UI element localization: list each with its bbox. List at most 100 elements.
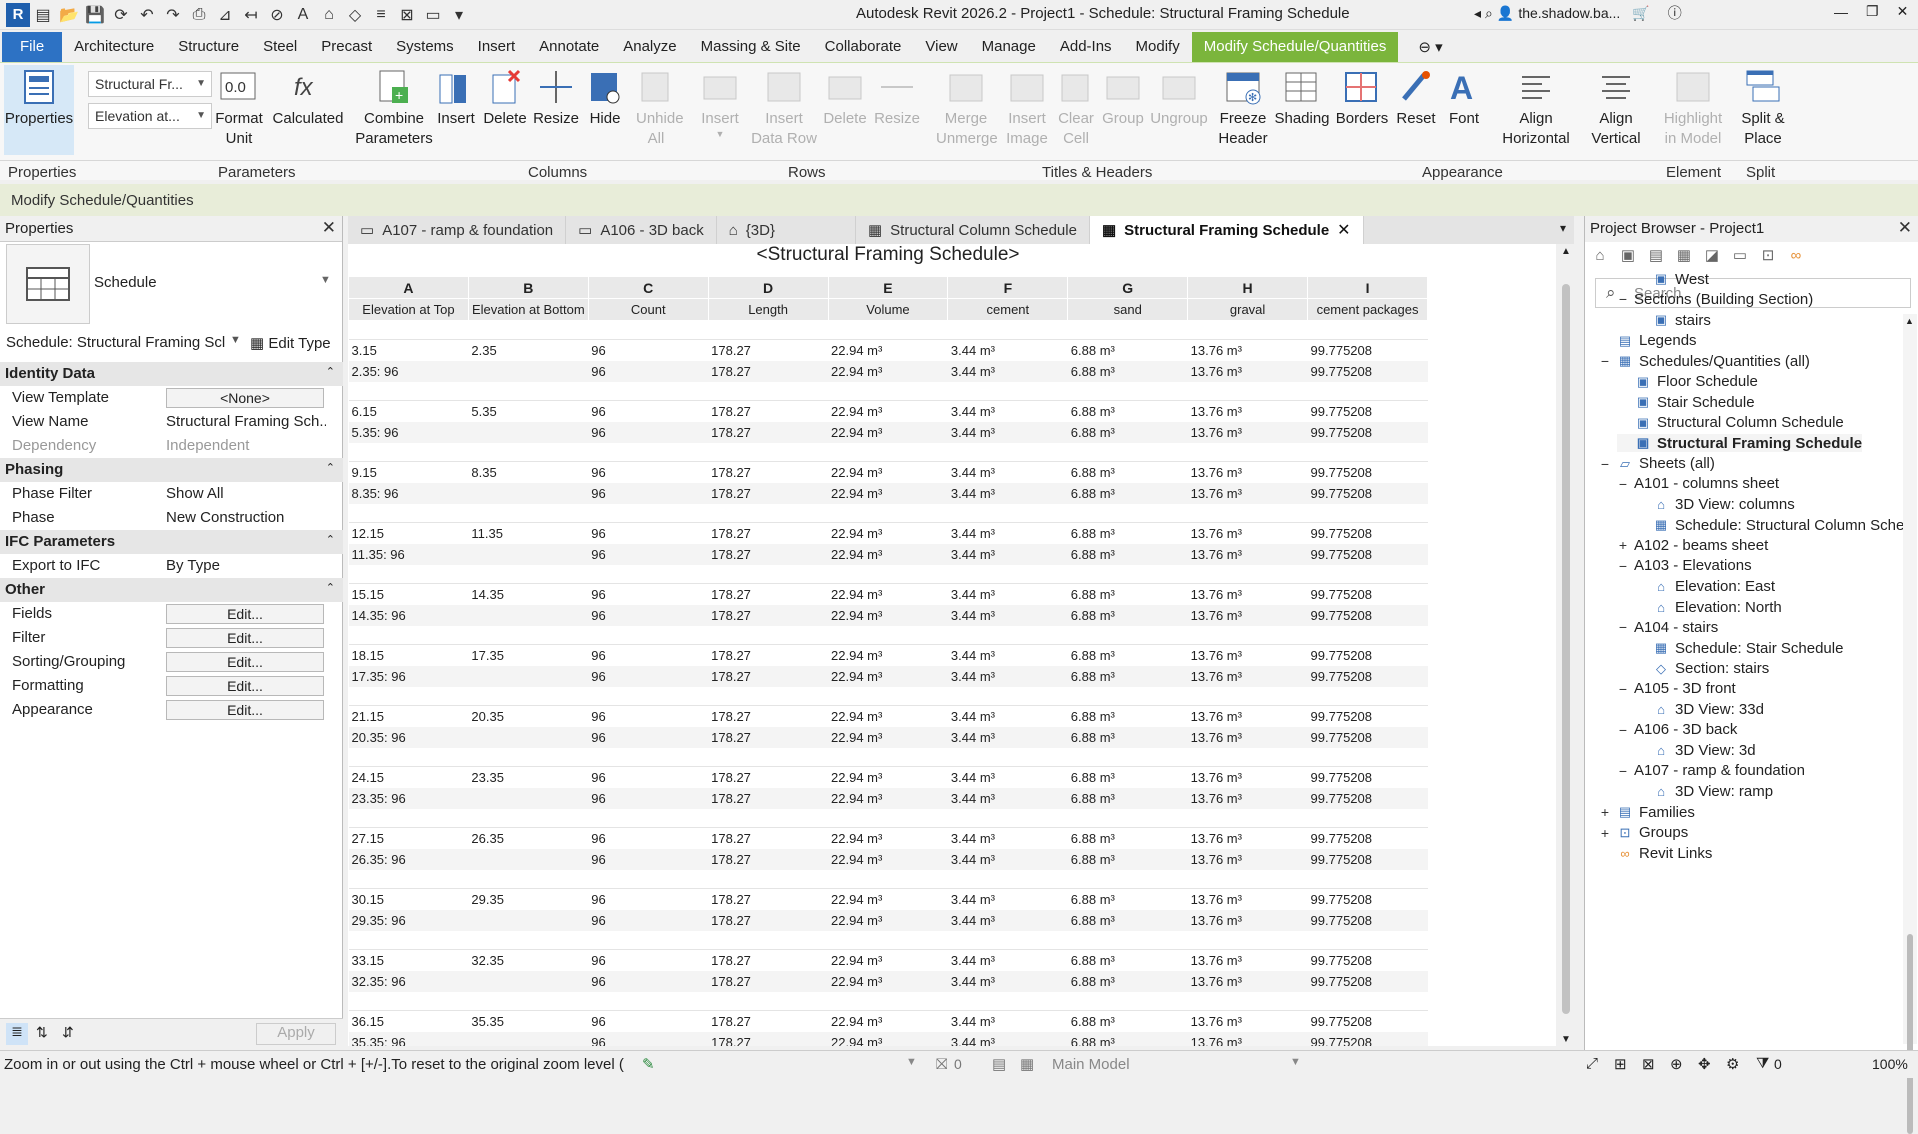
table-cell[interactable]: 6.88 m³ bbox=[1067, 604, 1188, 626]
table-cell[interactable]: 96 bbox=[588, 726, 709, 748]
table-cell[interactable]: 3.44 m³ bbox=[947, 970, 1068, 992]
insert-data-row-button[interactable]: Insert Data Row bbox=[751, 65, 817, 149]
table-cell[interactable] bbox=[468, 665, 589, 687]
collapse-icon[interactable]: − bbox=[1599, 456, 1611, 472]
tree-node[interactable]: ▣ Stair Schedule bbox=[1617, 393, 1755, 411]
table-row[interactable]: 26.35: 96 96 178.27 22.94 m³ 3.44 m³ 6.88 m³ 1… bbox=[348, 848, 1428, 870]
table-cell[interactable]: 99.775208 bbox=[1307, 461, 1428, 483]
tab-modify[interactable]: Modify bbox=[1124, 32, 1192, 62]
table-cell[interactable]: 96 bbox=[588, 848, 709, 870]
save-icon[interactable]: 💾 bbox=[82, 2, 108, 28]
table-cell[interactable]: 6.88 m³ bbox=[1067, 644, 1188, 666]
table-cell[interactable]: 6.88 m³ bbox=[1067, 766, 1188, 788]
categorize-icon[interactable]: ≣ bbox=[6, 1023, 28, 1045]
sheet-icon[interactable]: ▭ bbox=[1729, 244, 1751, 266]
table-cell[interactable]: 99.775208 bbox=[1307, 421, 1428, 443]
table-cell[interactable]: 3.44 m³ bbox=[947, 787, 1068, 809]
table-cell[interactable]: 13.76 m³ bbox=[1187, 360, 1308, 382]
table-cell[interactable]: 96 bbox=[588, 604, 709, 626]
tab-structural-column-schedule[interactable]: ▦ Structural Column Schedule bbox=[856, 216, 1090, 244]
tab-add-ins[interactable]: Add-Ins bbox=[1048, 32, 1124, 62]
tab-3d[interactable]: ⌂ {3D} bbox=[717, 216, 856, 244]
table-cell[interactable]: 6.88 m³ bbox=[1067, 482, 1188, 504]
expand-icon[interactable]: + bbox=[1599, 804, 1611, 820]
filter-icon[interactable]: ⧩ bbox=[1756, 1055, 1769, 1072]
table-cell[interactable]: 3.44 m³ bbox=[947, 400, 1068, 422]
home-icon[interactable]: ⌂ bbox=[1589, 244, 1611, 266]
close-icon[interactable]: ✕ bbox=[322, 218, 336, 238]
scroll-up-icon[interactable]: ▲ bbox=[1561, 246, 1571, 257]
table-cell[interactable]: 22.94 m³ bbox=[828, 1010, 948, 1032]
column-letter[interactable]: B bbox=[467, 276, 589, 299]
table-cell[interactable]: 3.44 m³ bbox=[947, 461, 1068, 483]
table-cell[interactable]: 6.88 m³ bbox=[1067, 400, 1188, 422]
tree-node[interactable]: ◇ Section: stairs bbox=[1635, 660, 1769, 678]
table-cell[interactable]: 26.35: 96 bbox=[348, 848, 469, 870]
table-cell[interactable]: 22.94 m³ bbox=[828, 949, 948, 971]
browser-scrollbar[interactable]: ▲ bbox=[1903, 314, 1917, 1134]
table-cell[interactable]: 22.94 m³ bbox=[828, 787, 948, 809]
table-cell[interactable]: 13.76 m³ bbox=[1187, 848, 1308, 870]
table-cell[interactable]: 3.44 m³ bbox=[947, 644, 1068, 666]
table-cell[interactable]: 11.35: 96 bbox=[348, 543, 469, 565]
table-cell[interactable]: 178.27 bbox=[708, 1031, 829, 1046]
table-cell[interactable]: 99.775208 bbox=[1307, 827, 1428, 849]
table-cell[interactable]: 23.35 bbox=[468, 766, 589, 788]
tab-a107[interactable]: ▭ A107 - ramp & foundation bbox=[348, 216, 567, 244]
table-cell[interactable]: 3.44 m³ bbox=[947, 726, 1068, 748]
export-ifc-field[interactable]: By Type bbox=[166, 557, 326, 574]
table-cell[interactable]: 5.35 bbox=[468, 400, 589, 422]
delete-row-button[interactable]: Delete bbox=[820, 65, 870, 129]
tab-collaborate[interactable]: Collaborate bbox=[813, 32, 914, 62]
column-letter[interactable]: E bbox=[827, 276, 949, 299]
redo-icon[interactable]: ↷ bbox=[160, 2, 186, 28]
table-cell[interactable]: 3.44 m³ bbox=[947, 482, 1068, 504]
tree-node[interactable]: − ▦ Schedules/Quantities (all) bbox=[1599, 352, 1810, 370]
table-cell[interactable]: 3.44 m³ bbox=[947, 339, 1068, 361]
align-vertical-button[interactable]: Align Vertical bbox=[1580, 65, 1652, 149]
table-cell[interactable]: 13.76 m³ bbox=[1187, 543, 1308, 565]
chevron-down-icon[interactable]: ▼ bbox=[1290, 1056, 1301, 1068]
view-name-field[interactable]: Structural Framing Sch... bbox=[166, 413, 326, 430]
table-cell[interactable]: 22.94 m³ bbox=[828, 970, 948, 992]
table-row[interactable]: 36.15 35.35 96 178.27 22.94 m³ 3.44 m³ 6.88 m³… bbox=[348, 1010, 1428, 1032]
table-cell[interactable]: 13.76 m³ bbox=[1187, 604, 1308, 626]
table-cell[interactable]: 12.15 bbox=[348, 522, 469, 544]
table-row[interactable]: 15.15 14.35 96 178.27 22.94 m³ 3.44 m³ 6.88 m³… bbox=[348, 583, 1428, 605]
tab-a106[interactable]: ▭ A106 - 3D back bbox=[566, 216, 717, 244]
group-ifc-parameters[interactable]: IFC Parameters ⌃ bbox=[0, 530, 343, 554]
tree-node[interactable]: − ▱ Sheets (all) bbox=[1599, 455, 1715, 473]
table-cell[interactable]: 96 bbox=[588, 339, 709, 361]
column-header[interactable]: cement packages bbox=[1307, 298, 1428, 321]
table-cell[interactable]: 96 bbox=[588, 787, 709, 809]
sort-descending-icon[interactable]: ⇵ bbox=[62, 1024, 74, 1041]
table-cell[interactable]: 3.44 m³ bbox=[947, 827, 1068, 849]
edit-type-button[interactable]: ▦ Edit Type bbox=[250, 330, 331, 356]
table-cell[interactable]: 8.35 bbox=[468, 461, 589, 483]
table-cell[interactable] bbox=[468, 360, 589, 382]
table-cell[interactable]: 6.88 m³ bbox=[1067, 583, 1188, 605]
table-cell[interactable]: 13.76 m³ bbox=[1187, 766, 1308, 788]
table-cell[interactable]: 6.88 m³ bbox=[1067, 421, 1188, 443]
table-cell[interactable] bbox=[468, 848, 589, 870]
sync-icon[interactable]: ⟳ bbox=[108, 2, 134, 28]
table-cell[interactable]: 6.88 m³ bbox=[1067, 705, 1188, 727]
table-cell[interactable]: 3.44 m³ bbox=[947, 705, 1068, 727]
table-cell[interactable]: 35.35 bbox=[468, 1010, 589, 1032]
insert-row-button[interactable]: Insert ▼ bbox=[692, 65, 748, 139]
table-cell[interactable]: 22.94 m³ bbox=[828, 726, 948, 748]
table-cell[interactable]: 178.27 bbox=[708, 482, 829, 504]
user-icon[interactable]: 👤 bbox=[1497, 5, 1514, 22]
collapse-icon[interactable]: − bbox=[1617, 558, 1629, 574]
column-letter[interactable]: C bbox=[587, 276, 709, 299]
table-cell[interactable]: 17.35: 96 bbox=[348, 665, 469, 687]
undo-icon[interactable]: ↶ bbox=[134, 2, 160, 28]
table-cell[interactable]: 13.76 m³ bbox=[1187, 909, 1308, 931]
table-cell[interactable] bbox=[468, 970, 589, 992]
freeze-header-button[interactable]: ✻ Freeze Header bbox=[1212, 65, 1274, 149]
table-row[interactable]: 14.35: 96 96 178.27 22.94 m³ 3.44 m³ 6.88 m³ 1… bbox=[348, 604, 1428, 626]
table-row[interactable]: 9.15 8.35 96 178.27 22.94 m³ 3.44 m³ 6.88 m³ 13… bbox=[348, 461, 1428, 483]
tree-node[interactable]: ⌂ 3D View: 33d bbox=[1635, 701, 1764, 719]
chevron-down-icon[interactable]: ▼ bbox=[230, 334, 241, 346]
table-cell[interactable]: 2.35 bbox=[468, 339, 589, 361]
